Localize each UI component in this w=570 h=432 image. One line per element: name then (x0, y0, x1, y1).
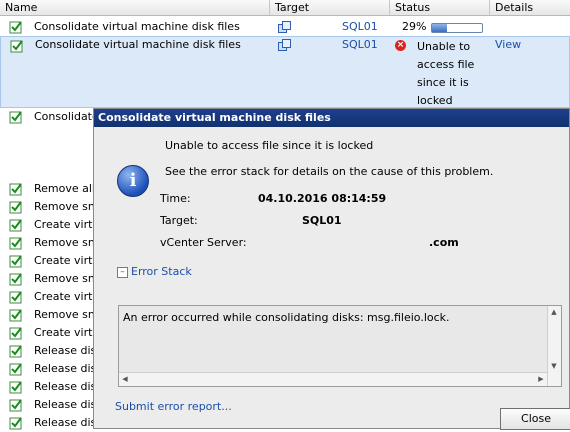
task-name: Consolidate (34, 110, 99, 123)
error-stack-text: An error occurred while consolidating di… (123, 311, 450, 324)
task-success-icon (9, 363, 22, 376)
scroll-up-arrow[interactable]: ▲ (548, 306, 560, 318)
task-target-link[interactable]: SQL01 (342, 37, 378, 53)
task-success-icon (9, 345, 22, 358)
task-row[interactable]: Consolidate virtual machine disk files S… (0, 18, 570, 36)
task-details-view-link[interactable]: View (495, 37, 521, 53)
task-name: Create virtu (34, 326, 100, 339)
task-name: Remove sna (34, 272, 102, 285)
task-list-header: Name Target Status Details (0, 0, 570, 16)
task-status-percent: 29% (402, 20, 427, 33)
error-stack-vscrollbar[interactable]: ▲ ▼ (547, 306, 561, 386)
task-success-icon (9, 219, 22, 232)
task-row-selected[interactable]: Consolidate virtual machine disk files S… (0, 36, 570, 108)
task-name: Remove sna (34, 308, 102, 321)
scroll-down-arrow[interactable]: ▼ (548, 360, 560, 372)
task-progress-fill (432, 24, 447, 32)
task-target-link[interactable]: SQL01 (342, 19, 378, 35)
scroll-right-arrow[interactable]: ▶ (535, 373, 547, 385)
target-value: SQL01 (302, 214, 342, 227)
task-success-icon (9, 201, 22, 214)
task-name: Create virtu (34, 290, 100, 303)
error-stack-hscrollbar[interactable]: ◀ ▶ (119, 372, 547, 386)
error-stack-box[interactable]: An error occurred while consolidating di… (118, 305, 562, 387)
task-status-line: since it is (417, 76, 469, 89)
vcenter-label: vCenter Server: (160, 236, 247, 249)
task-name: Consolidate virtual machine disk files (34, 20, 240, 33)
column-target[interactable]: Target (270, 0, 390, 15)
close-button[interactable]: Close (500, 408, 570, 430)
time-label: Time: (160, 192, 191, 205)
error-dialog: Consolidate virtual machine disk files i… (93, 108, 570, 430)
task-status-line: Unable to (417, 40, 471, 53)
info-icon: i (117, 165, 149, 197)
column-name[interactable]: Name (0, 0, 270, 15)
task-success-icon (9, 237, 22, 250)
task-name: Create virtu (34, 218, 100, 231)
dialog-title: Consolidate virtual machine disk files (94, 109, 569, 127)
task-success-icon (9, 381, 22, 394)
task-success-icon (9, 327, 22, 340)
task-name: Remove sna (34, 200, 102, 213)
task-success-icon (9, 21, 22, 34)
task-success-icon (9, 399, 22, 412)
error-stack-toggle[interactable]: Error Stack (131, 265, 192, 278)
dialog-submessage: See the error stack for details on the c… (165, 165, 494, 178)
task-name: Create virtu (34, 254, 100, 267)
task-progress-bar (431, 23, 483, 33)
task-success-icon (9, 417, 22, 430)
task-success-icon (10, 40, 23, 53)
task-success-icon (9, 183, 22, 196)
task-success-icon (9, 291, 22, 304)
vcenter-value: .com (429, 236, 459, 249)
task-success-icon (9, 273, 22, 286)
task-success-icon (9, 309, 22, 322)
vm-icon (278, 21, 291, 33)
column-details[interactable]: Details (490, 0, 570, 15)
collapse-icon[interactable]: – (117, 267, 128, 278)
vm-icon (278, 39, 291, 51)
column-status[interactable]: Status (390, 0, 490, 15)
task-success-icon (9, 255, 22, 268)
scroll-left-arrow[interactable]: ◀ (119, 373, 131, 385)
task-success-icon (9, 111, 22, 124)
task-name: Remove sna (34, 236, 102, 249)
time-value: 04.10.2016 08:14:59 (258, 192, 387, 205)
submit-error-report-link[interactable]: Submit error report... (115, 400, 232, 413)
task-name: Consolidate virtual machine disk files (35, 38, 241, 51)
target-label: Target: (160, 214, 198, 227)
task-status-line: access file (417, 58, 475, 71)
dialog-message: Unable to access file since it is locked (165, 139, 374, 152)
error-icon: × (395, 40, 406, 51)
